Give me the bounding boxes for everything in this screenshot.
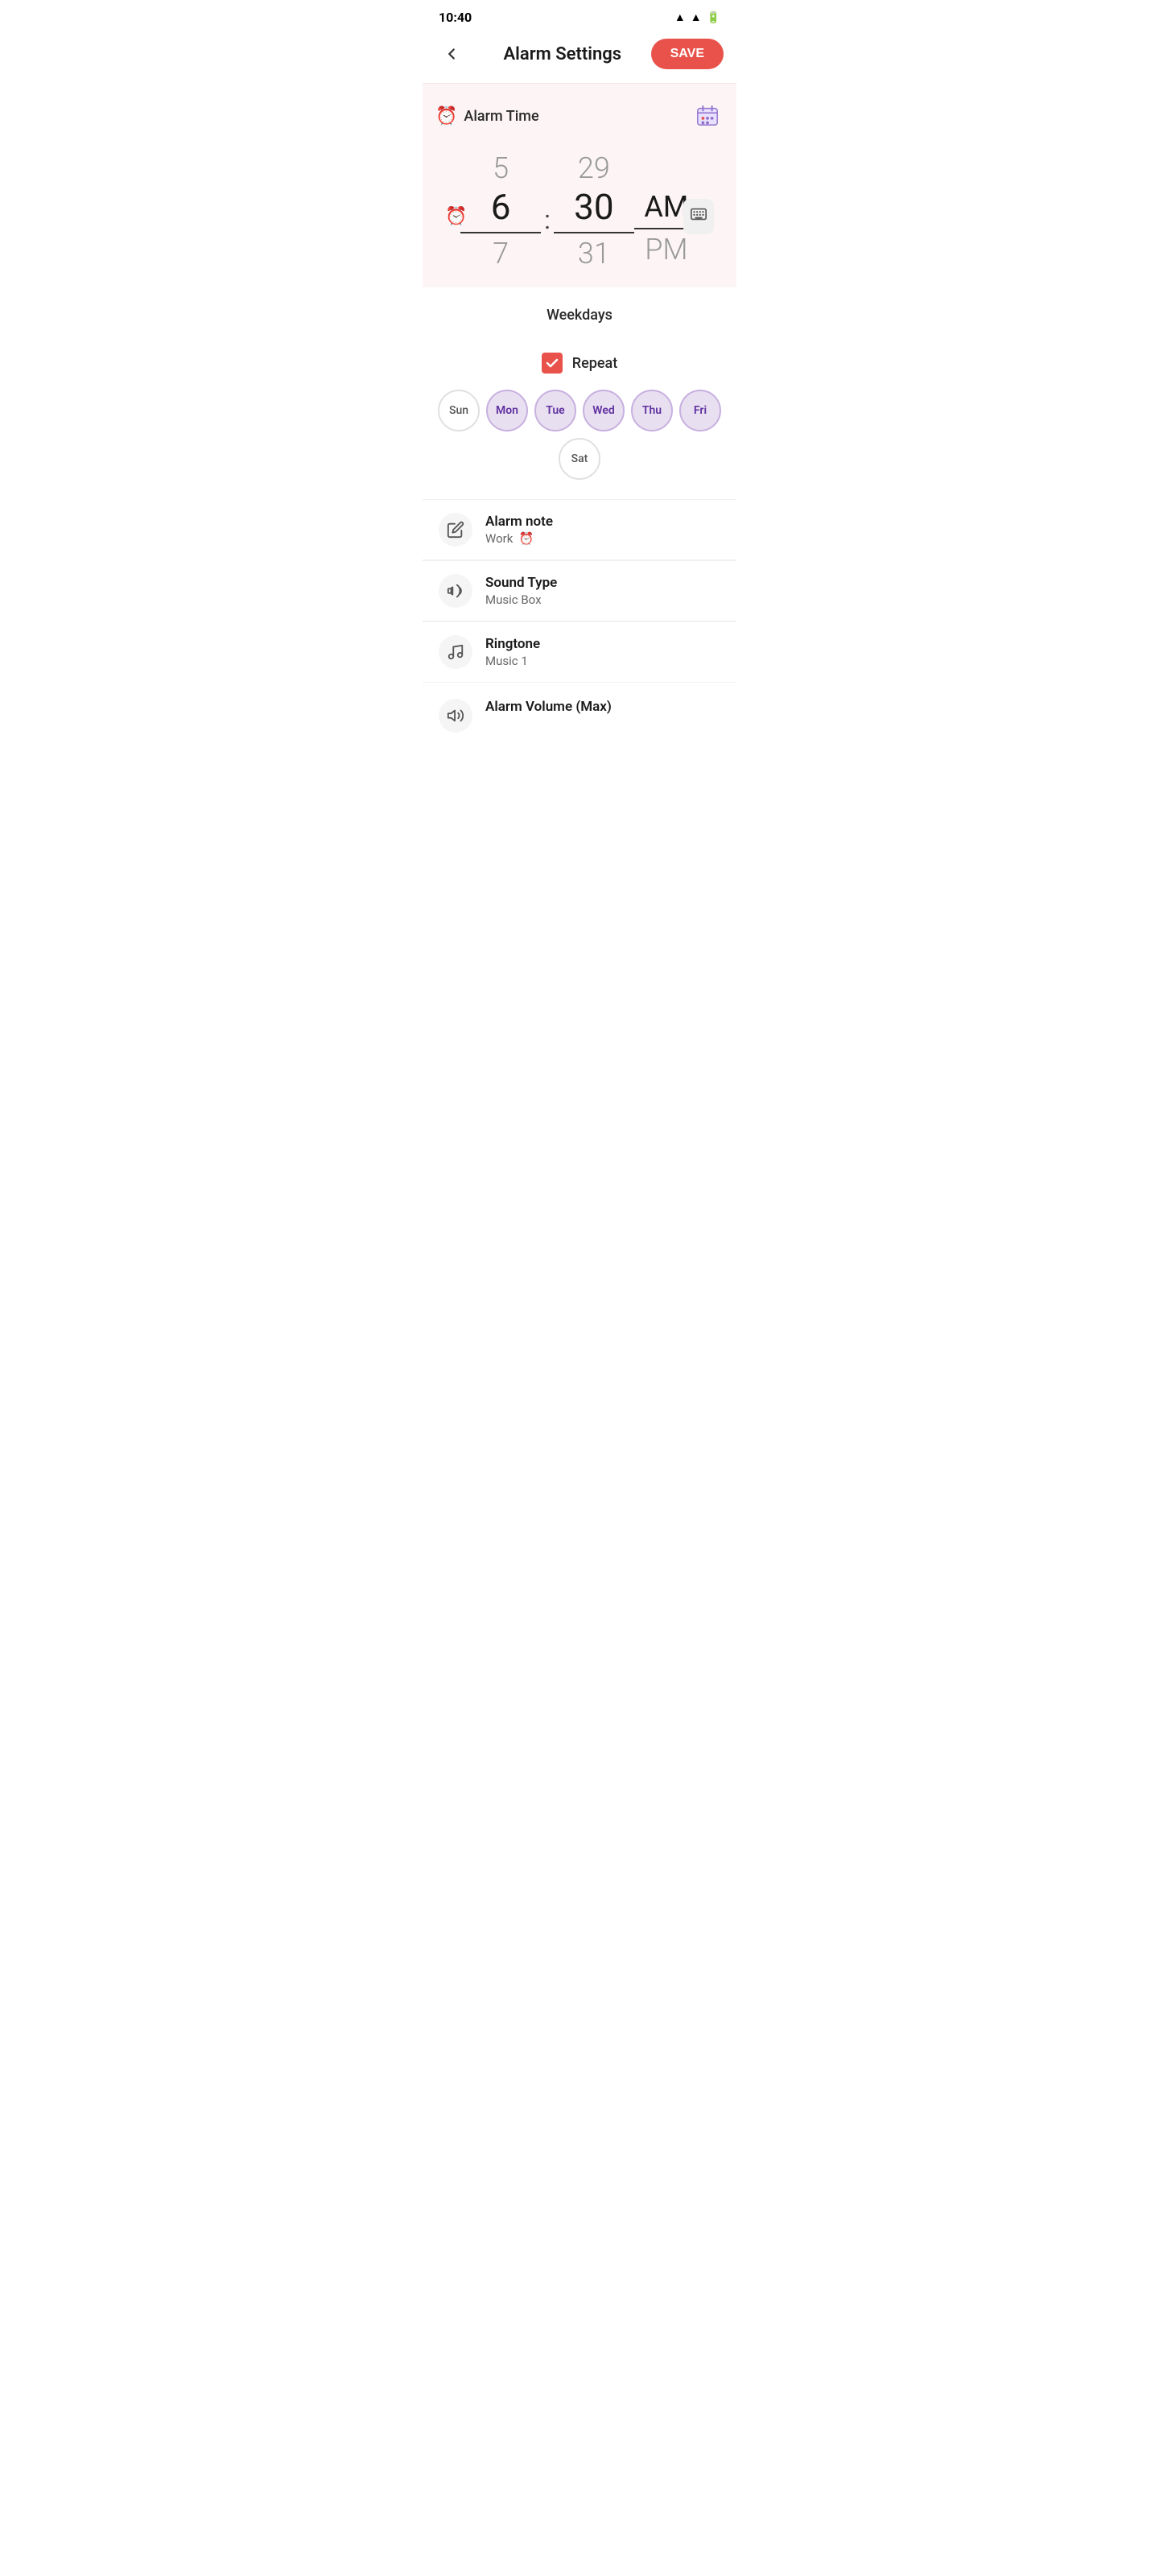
alarm-time-section: ⏰ Alarm Time ⏰ 5 6 7 xyxy=(423,84,736,287)
alarm-note-item[interactable]: Alarm note Work ⏰ xyxy=(423,499,736,559)
alarm-note-value: Work ⏰ xyxy=(485,531,720,546)
hour-column[interactable]: 5 6 7 xyxy=(460,151,541,271)
signal-icon: ▲ xyxy=(691,10,702,24)
ringtone-icon xyxy=(439,635,472,669)
sound-type-value: Music Box xyxy=(485,592,720,607)
day-mon[interactable]: Mon xyxy=(486,390,528,431)
alarm-volume-item[interactable]: Alarm Volume (Max) xyxy=(423,683,736,739)
status-icons: ▲ ▲ 🔋 xyxy=(674,10,720,24)
time-picker: ⏰ 5 6 7 : 29 30 31 -- AM PM xyxy=(435,145,724,287)
alarm-volume-title: Alarm Volume (Max) xyxy=(485,699,720,715)
repeat-label: Repeat xyxy=(572,355,617,372)
ringtone-value: Music 1 xyxy=(485,654,720,668)
day-wed[interactable]: Wed xyxy=(583,390,625,431)
back-button[interactable] xyxy=(435,38,468,70)
alarm-note-content: Alarm note Work ⏰ xyxy=(485,514,720,546)
alarm-volume-content: Alarm Volume (Max) xyxy=(485,699,720,716)
hour-above: 5 xyxy=(493,151,509,186)
day-fri[interactable]: Fri xyxy=(679,390,721,431)
alarm-clock-emoji: ⏰ xyxy=(435,106,457,126)
hour-selected: 6 xyxy=(460,186,541,233)
sound-type-icon xyxy=(439,574,472,608)
alarm-icon-left: ⏰ xyxy=(445,206,467,226)
alarm-time-header: ⏰ Alarm Time xyxy=(435,100,724,132)
status-bar: 10:40 ▲ ▲ 🔋 xyxy=(423,0,736,31)
wifi-icon: ▲ xyxy=(674,10,686,24)
ringtone-title: Ringtone xyxy=(485,636,720,652)
alarm-time-label: ⏰ Alarm Time xyxy=(435,106,539,126)
minute-above: 29 xyxy=(578,151,610,186)
alarm-time-text: Alarm Time xyxy=(464,108,538,125)
weekdays-title: Weekdays xyxy=(435,307,724,324)
ringtone-content: Ringtone Music 1 xyxy=(485,636,720,668)
time-separator: : xyxy=(541,204,554,235)
calendar-button[interactable] xyxy=(691,100,724,132)
sound-type-item[interactable]: Sound Type Music Box xyxy=(423,560,736,621)
hour-below: 7 xyxy=(493,237,509,271)
day-sun[interactable]: Sun xyxy=(438,390,480,431)
weekdays-section: Weekdays xyxy=(423,287,736,353)
period-below: PM xyxy=(645,233,687,267)
battery-icon: 🔋 xyxy=(707,11,720,24)
minute-below: 31 xyxy=(578,237,610,271)
status-time: 10:40 xyxy=(439,10,472,25)
sound-type-title: Sound Type xyxy=(485,575,720,591)
page-title: Alarm Settings xyxy=(474,44,651,64)
keyboard-button[interactable] xyxy=(683,199,714,234)
settings-list: Alarm note Work ⏰ Sound Type Music Box xyxy=(423,499,736,758)
day-sat[interactable]: Sat xyxy=(559,438,600,480)
alarm-note-icon xyxy=(439,513,472,547)
app-header: Alarm Settings SAVE xyxy=(423,31,736,84)
alarm-volume-icon xyxy=(439,699,472,733)
sound-type-content: Sound Type Music Box xyxy=(485,575,720,607)
alarm-note-title: Alarm note xyxy=(485,514,720,530)
save-button[interactable]: SAVE xyxy=(651,39,724,69)
minute-column[interactable]: 29 30 31 xyxy=(554,151,634,271)
day-tue[interactable]: Tue xyxy=(534,390,576,431)
repeat-row: Repeat xyxy=(423,353,736,390)
days-row: Sun Mon Tue Wed Thu Fri Sat xyxy=(423,390,736,499)
day-thu[interactable]: Thu xyxy=(631,390,673,431)
minute-selected: 30 xyxy=(554,186,634,233)
ringtone-item[interactable]: Ringtone Music 1 xyxy=(423,621,736,682)
repeat-checkbox[interactable] xyxy=(542,353,563,374)
